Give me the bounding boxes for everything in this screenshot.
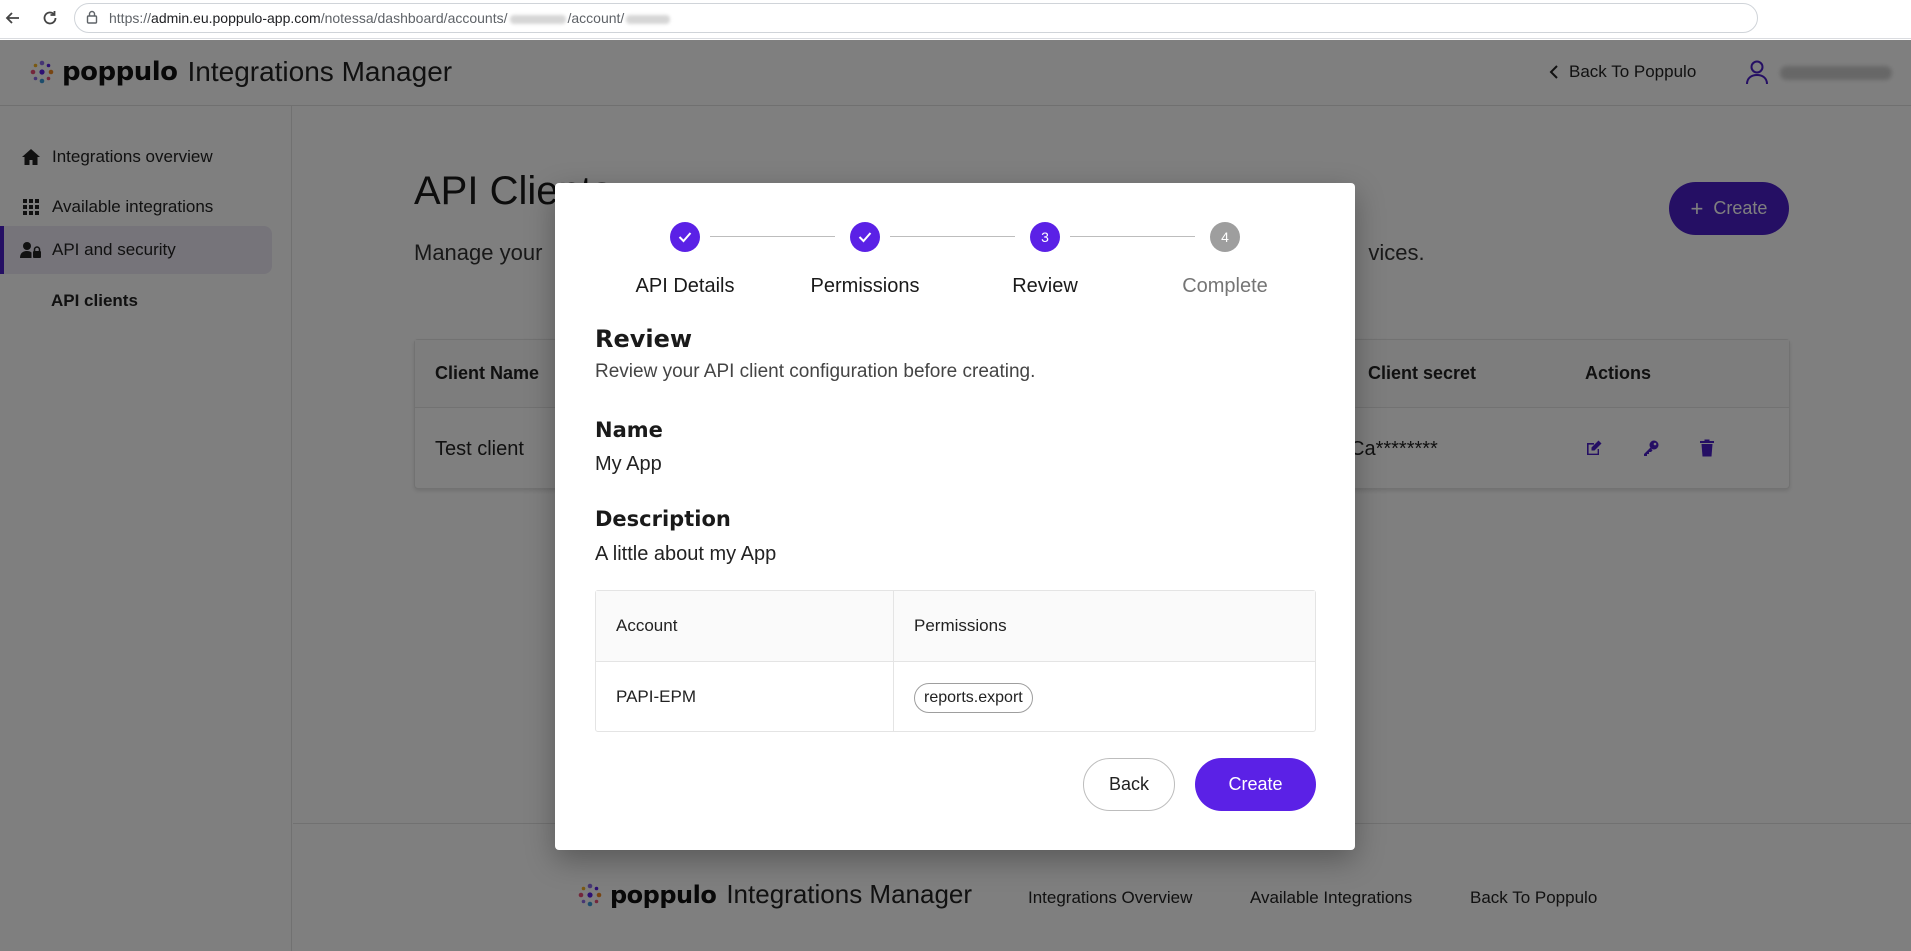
review-subheading: Review your API client configuration bef… bbox=[595, 361, 1036, 382]
review-heading: Review bbox=[595, 325, 693, 353]
step-1-check-icon bbox=[670, 222, 700, 252]
back-button[interactable]: Back bbox=[1083, 758, 1175, 811]
redacted-segment bbox=[509, 14, 566, 24]
step-label-api-details: API Details bbox=[635, 275, 735, 297]
stepper-connector bbox=[890, 236, 1015, 237]
step-label-permissions: Permissions bbox=[810, 275, 920, 297]
permissions-table: Account Permissions PAPI-EPM reports.exp… bbox=[595, 590, 1316, 732]
create-button[interactable]: Create bbox=[1195, 758, 1316, 811]
step-2-check-icon bbox=[850, 222, 880, 252]
url-text: https://admin.eu.poppulo-app.com/notessa… bbox=[109, 10, 672, 26]
address-bar[interactable]: https://admin.eu.poppulo-app.com/notessa… bbox=[74, 3, 1758, 33]
name-value: My App bbox=[595, 453, 662, 475]
reload-icon[interactable] bbox=[38, 6, 62, 30]
description-label: Description bbox=[595, 507, 731, 531]
column-divider bbox=[893, 591, 894, 731]
step-label-complete: Complete bbox=[1182, 275, 1268, 297]
stepper-connector bbox=[710, 236, 835, 237]
stepper-connector bbox=[1070, 236, 1195, 237]
step-label-review: Review bbox=[1012, 275, 1078, 297]
column-header-permissions: Permissions bbox=[914, 616, 1007, 635]
step-3-indicator: 3 bbox=[1030, 222, 1060, 252]
redacted-segment bbox=[626, 14, 671, 24]
browser-toolbar: https://admin.eu.poppulo-app.com/notessa… bbox=[0, 0, 1911, 39]
column-header-account: Account bbox=[616, 616, 678, 635]
site-info-icon[interactable] bbox=[85, 9, 99, 28]
create-api-client-dialog: 3 4 API Details Permissions Review Compl… bbox=[555, 183, 1355, 850]
step-4-indicator: 4 bbox=[1210, 222, 1240, 252]
description-value: A little about my App bbox=[595, 543, 777, 565]
back-arrow-icon[interactable] bbox=[1, 6, 25, 30]
name-label: Name bbox=[595, 418, 663, 442]
account-cell: PAPI-EPM bbox=[616, 687, 696, 706]
permission-chip: reports.export bbox=[914, 683, 1033, 713]
